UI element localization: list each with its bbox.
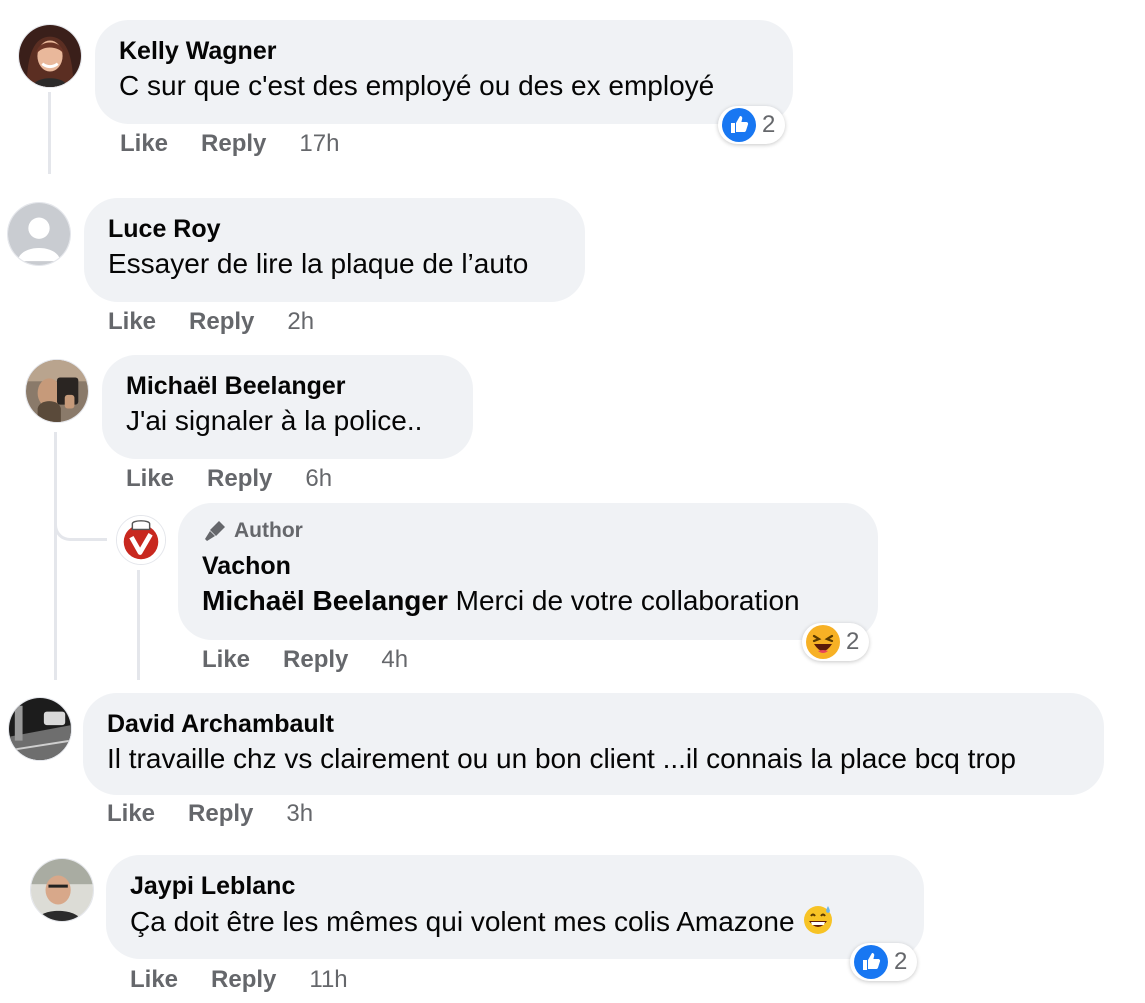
comment-jaypi-leblanc: Jaypi Leblanc Ça doit être les mêmes qui… bbox=[0, 0, 1145, 1003]
comment-actions: Like Reply 11h bbox=[130, 966, 348, 994]
like-button[interactable]: Like bbox=[130, 966, 178, 994]
reply-button[interactable]: Reply bbox=[211, 966, 276, 994]
timestamp[interactable]: 11h bbox=[309, 966, 347, 994]
comment-text-content: Ça doit être les mêmes qui volent mes co… bbox=[130, 906, 795, 937]
reaction-count: 2 bbox=[894, 948, 908, 975]
comment-text: Ça doit être les mêmes qui volent mes co… bbox=[130, 903, 900, 940]
comment-bubble: Jaypi Leblanc Ça doit être les mêmes qui… bbox=[106, 855, 924, 959]
commenter-name[interactable]: Jaypi Leblanc bbox=[130, 871, 900, 901]
profile-photo-icon bbox=[31, 859, 93, 921]
reaction-summary[interactable]: 2 bbox=[850, 943, 918, 981]
grinning-sweat-emoji-icon bbox=[804, 906, 833, 934]
like-reaction-icon bbox=[854, 945, 888, 979]
avatar[interactable] bbox=[30, 858, 94, 922]
